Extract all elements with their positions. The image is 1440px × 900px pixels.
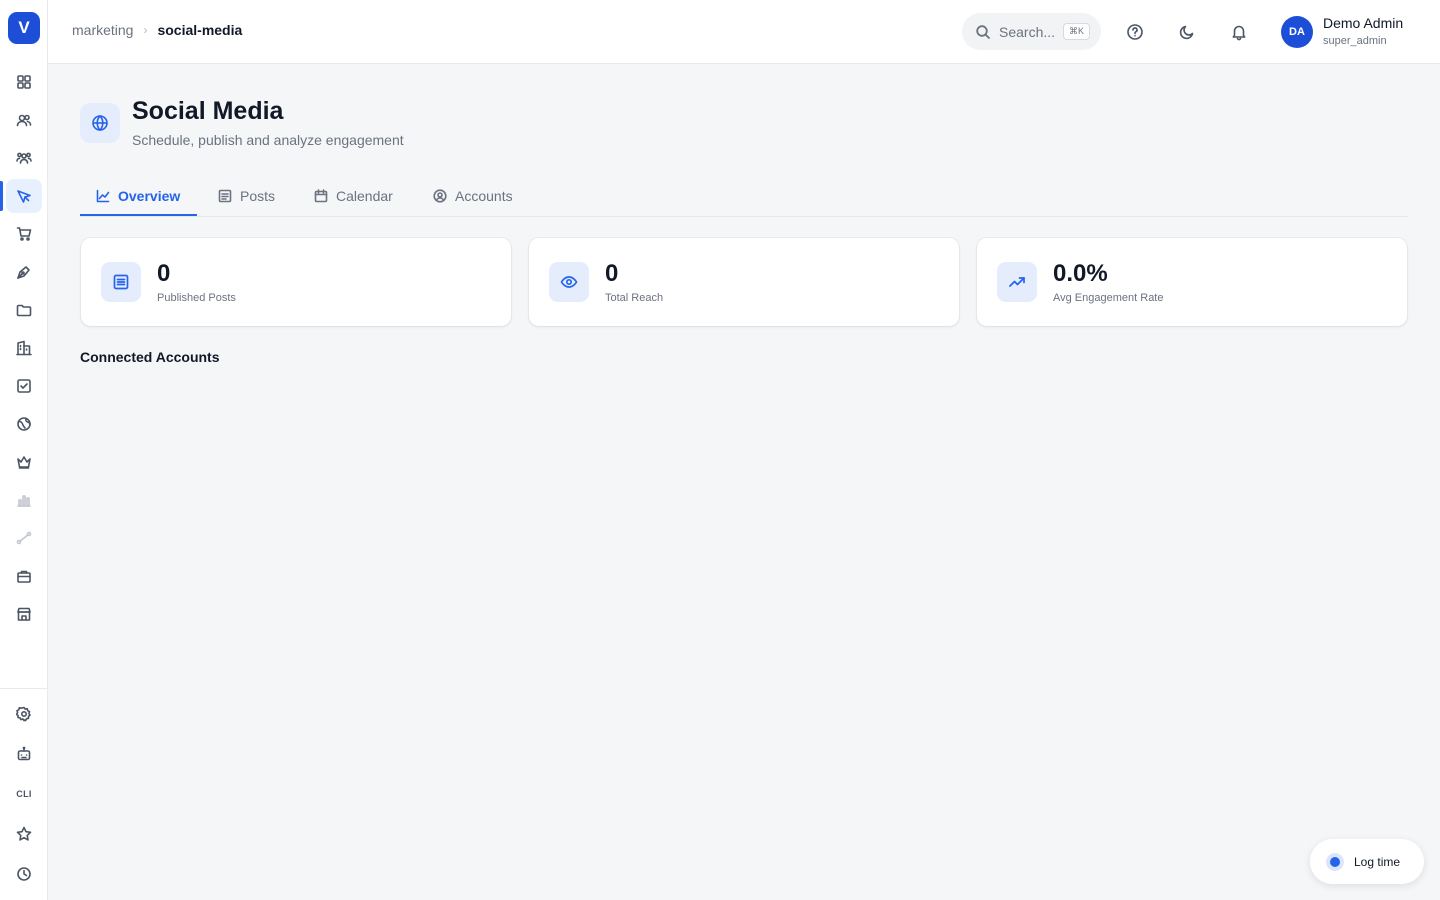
timer-icon	[1326, 852, 1344, 871]
shopping-cart-icon	[16, 227, 32, 241]
sidebar-item-commerce[interactable]	[6, 217, 42, 251]
sidebar-item-premium[interactable]	[6, 445, 42, 479]
sidebar-item-analytics[interactable]	[6, 483, 42, 517]
search-placeholder: Search...	[999, 23, 1056, 40]
log-time-label: Log time	[1354, 854, 1401, 869]
tab-overview-label: Overview	[118, 188, 181, 204]
help-button[interactable]	[1123, 20, 1147, 44]
page-title: Social Media	[132, 97, 284, 125]
line-chart-icon	[96, 189, 110, 203]
page-icon	[80, 103, 120, 143]
sidebar-item-ai[interactable]	[6, 737, 42, 771]
sidebar-item-content[interactable]	[6, 255, 42, 289]
sidebar-item-settings[interactable]	[6, 697, 42, 731]
contacts-icon	[16, 114, 32, 127]
tab-calendar[interactable]: Calendar	[298, 176, 409, 216]
sidebar-item-dashboard[interactable]	[6, 65, 42, 99]
breadcrumb-parent[interactable]: marketing	[72, 22, 133, 38]
app-logo[interactable]: V	[8, 12, 40, 44]
bell-icon	[1232, 25, 1246, 41]
dashboard-grid-icon	[17, 75, 31, 89]
clock-icon	[17, 867, 31, 881]
tab-accounts-label: Accounts	[455, 188, 513, 204]
checkbox-icon	[17, 379, 31, 393]
stat-label: Published Posts	[157, 292, 236, 304]
stat-value: 0.0%	[1053, 260, 1108, 287]
search-bar[interactable]: Search... ⌘K	[962, 13, 1101, 50]
folder-icon	[16, 304, 32, 317]
user-role: super_admin	[1323, 35, 1387, 47]
sidebar-item-marketplace[interactable]	[6, 559, 42, 593]
pen-tool-icon	[17, 266, 30, 279]
stat-label: Avg Engagement Rate	[1053, 292, 1164, 304]
stat-label: Total Reach	[605, 292, 664, 304]
bar-chart-icon	[17, 495, 31, 507]
stat-card-published-posts: 0 Published Posts	[81, 238, 511, 326]
breadcrumb: marketing › social-media	[72, 22, 242, 38]
card-icon	[549, 262, 589, 302]
settings-gear-icon	[16, 706, 31, 722]
sidebar-item-team[interactable]	[6, 141, 42, 175]
sidebar-item-company[interactable]	[6, 331, 42, 365]
sidebar: V CLI	[0, 0, 48, 900]
sidebar-active-indicator	[0, 181, 3, 211]
marketing-megaphone-icon	[17, 190, 31, 203]
sidebar-item-web[interactable]	[6, 407, 42, 441]
sidebar-item-cli[interactable]: CLI	[6, 777, 42, 811]
connected-accounts-heading: Connected Accounts	[80, 349, 220, 365]
sidebar-divider	[0, 688, 48, 689]
help-circle-icon	[1127, 24, 1143, 40]
tab-bar: Overview Posts Calendar Accounts	[80, 176, 1408, 217]
chevron-right-icon: ›	[143, 23, 148, 37]
building-icon	[16, 340, 32, 356]
sidebar-item-files[interactable]	[6, 293, 42, 327]
sidebar-item-store[interactable]	[6, 597, 42, 631]
briefcase-icon	[17, 570, 31, 583]
top-header: marketing › social-media Search... ⌘K DA…	[48, 0, 1440, 64]
search-shortcut: ⌘K	[1063, 23, 1091, 40]
page-subtitle: Schedule, publish and analyze engagement	[132, 132, 404, 148]
star-icon	[16, 826, 32, 841]
team-icon	[16, 152, 32, 164]
breadcrumb-current: social-media	[157, 22, 243, 38]
sidebar-item-history[interactable]	[6, 857, 42, 891]
stat-value: 0	[605, 260, 619, 287]
search-icon	[976, 24, 990, 39]
globe-icon	[92, 114, 108, 132]
tab-accounts[interactable]: Accounts	[417, 176, 529, 216]
tab-overview[interactable]: Overview	[80, 176, 196, 216]
stat-value: 0	[157, 260, 171, 287]
store-icon	[17, 607, 31, 621]
calendar-icon	[314, 189, 328, 203]
sidebar-item-favorites[interactable]	[6, 817, 42, 851]
document-icon	[113, 274, 129, 290]
sidebar-item-workflows[interactable]	[6, 521, 42, 555]
bot-icon	[17, 746, 31, 761]
user-name[interactable]: Demo Admin	[1323, 15, 1403, 31]
stat-card-avg-engagement: 0.0% Avg Engagement Rate	[977, 238, 1407, 326]
card-icon	[997, 262, 1037, 302]
tab-posts[interactable]: Posts	[202, 176, 291, 216]
posts-list-icon	[218, 189, 232, 203]
tab-posts-label: Posts	[240, 188, 276, 204]
tab-calendar-label: Calendar	[336, 188, 393, 204]
moon-icon	[1179, 25, 1194, 40]
log-time-button[interactable]: Log time	[1310, 839, 1424, 884]
user-avatar[interactable]: DA	[1281, 16, 1313, 48]
workflow-icon	[16, 531, 32, 545]
stat-card-total-reach: 0 Total Reach	[529, 238, 959, 326]
crown-icon	[17, 456, 31, 469]
trending-up-icon	[1009, 277, 1025, 287]
sidebar-item-tasks[interactable]	[6, 369, 42, 403]
notifications-button[interactable]	[1227, 20, 1251, 44]
eye-icon	[560, 276, 578, 288]
card-icon	[101, 262, 141, 302]
cli-label: CLI	[16, 789, 32, 799]
user-circle-icon	[433, 189, 447, 203]
theme-toggle-button[interactable]	[1175, 20, 1199, 44]
sidebar-item-contacts[interactable]	[6, 103, 42, 137]
sidebar-item-marketing[interactable]	[6, 179, 42, 213]
tab-active-underline	[80, 214, 197, 216]
globe-icon	[17, 417, 31, 431]
